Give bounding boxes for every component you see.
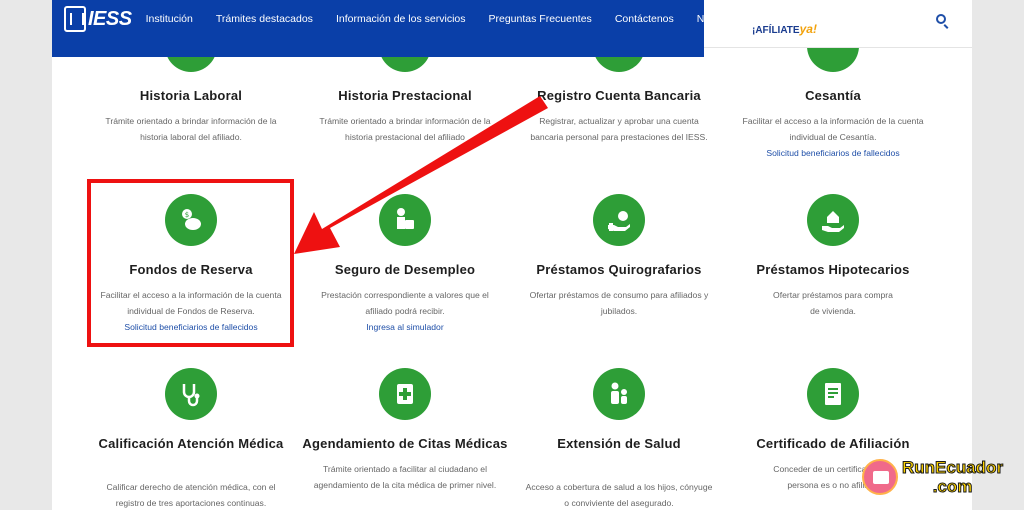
arrow-shape bbox=[294, 96, 548, 254]
watermark-line1: RunEcuador bbox=[901, 458, 1004, 478]
runecuador-watermark: RunEcuador .com bbox=[862, 458, 1004, 497]
watermark-line2: .com bbox=[932, 477, 973, 497]
red-arrow-annotation bbox=[294, 96, 548, 254]
watermark-logo-icon bbox=[862, 459, 898, 495]
